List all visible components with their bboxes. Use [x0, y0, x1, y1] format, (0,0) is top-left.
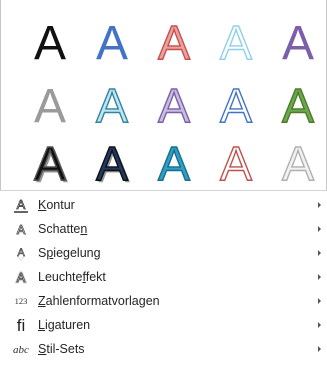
letter-a: A: [34, 80, 66, 133]
text-style-light-teal-outline[interactable]: A: [205, 10, 267, 72]
letter-a-icon: A: [282, 17, 314, 70]
letter-a: A: [34, 17, 66, 70]
submenu-arrow-icon: [318, 226, 321, 232]
text-style-teal-gradient[interactable]: A: [81, 73, 143, 135]
menu-item-leuchteffekt[interactable]: AA Leuchteffekt: [0, 265, 327, 289]
text-style-purple-solid[interactable]: A: [267, 10, 327, 72]
number-123-icon: 123: [10, 291, 32, 311]
svg-text:abc: abc: [13, 344, 29, 356]
menu-item-label: Zahlenformatvorlagen: [38, 294, 160, 308]
submenu-arrow-icon: [318, 202, 321, 208]
letter-a: A: [282, 80, 314, 133]
text-effects-menu: A Kontur AA Schatten AA Spiegelung AA Le…: [0, 193, 327, 361]
stylistic-abc-icon: abc: [10, 339, 32, 359]
letter-a-icon: A: [157, 16, 190, 70]
text-style-cyan-gradient[interactable]: A: [143, 131, 205, 193]
reflection-a-icon: AA: [10, 243, 32, 263]
letter-a: A: [96, 17, 128, 70]
letter-a-icon: A: [34, 80, 66, 133]
svg-text:A: A: [17, 197, 26, 212]
text-style-dark-blue-shadow[interactable]: AA: [81, 131, 143, 193]
text-style-black-solid[interactable]: A: [19, 10, 81, 72]
text-style-red-outline[interactable]: A: [205, 131, 267, 193]
letter-a-icon: A: [95, 79, 128, 133]
text-style-gray-solid[interactable]: A: [19, 73, 81, 135]
letter-a: A: [96, 80, 128, 133]
letter-a: A: [158, 17, 190, 70]
submenu-arrow-icon: [318, 274, 321, 280]
submenu-arrow-icon: [318, 346, 321, 352]
menu-item-spiegelung[interactable]: AA Spiegelung: [0, 241, 327, 265]
svg-text:A: A: [17, 270, 26, 285]
svg-text:A: A: [17, 255, 25, 261]
letter-a-icon: A: [281, 79, 314, 133]
letter-a-icon: A: [157, 79, 190, 133]
letter-a-icon: A: [219, 137, 252, 191]
text-style-black-shadow[interactable]: AA: [19, 131, 81, 193]
menu-item-label: Kontur: [38, 198, 75, 212]
letter-a-icon: A: [219, 79, 252, 133]
text-style-white-blue-outline[interactable]: A: [205, 73, 267, 135]
shadow-a-icon: AA: [10, 219, 32, 239]
text-effects-gallery: AAAAAAAAAAAAAAAAA: [0, 0, 327, 193]
menu-item-label: Leuchteffekt: [38, 270, 106, 284]
menu-item-label: Spiegelung: [38, 246, 101, 260]
svg-text:123: 123: [15, 296, 28, 306]
letter-a: A: [96, 138, 128, 191]
letter-a: A: [220, 80, 252, 133]
submenu-arrow-icon: [318, 250, 321, 256]
letter-a: A: [220, 138, 252, 191]
menu-item-schatten[interactable]: AA Schatten: [0, 217, 327, 241]
letter-a-icon: AA: [95, 137, 130, 193]
menu-item-ligaturen[interactable]: fi Ligaturen: [0, 313, 327, 337]
ligature-fi-icon: fi: [10, 315, 32, 335]
menu-item-label: Schatten: [38, 222, 88, 236]
menu-item-label: Ligaturen: [38, 318, 91, 332]
letter-a: A: [282, 138, 314, 191]
menu-item-kontur[interactable]: A Kontur: [0, 193, 327, 217]
submenu-arrow-icon: [318, 322, 321, 328]
letter-a: A: [158, 80, 190, 133]
text-style-silver-soft[interactable]: A: [267, 131, 327, 193]
menu-separator: [0, 190, 327, 191]
text-style-green-solid[interactable]: A: [267, 73, 327, 135]
letter-a-icon: A: [157, 137, 190, 191]
letter-a: A: [282, 17, 314, 70]
svg-text:fi: fi: [17, 316, 26, 334]
text-style-blue-solid[interactable]: A: [81, 10, 143, 72]
glow-a-icon: AA: [10, 267, 32, 287]
letter-a: A: [158, 138, 190, 191]
letter-a-icon: A: [281, 137, 314, 191]
svg-text:A: A: [17, 222, 26, 237]
outline-a-icon: A: [10, 195, 32, 215]
letter-a: A: [220, 17, 252, 70]
menu-item-zahlenformatvorlagen[interactable]: 123 Zahlenformatvorlagen: [0, 289, 327, 313]
letter-a-icon: A: [219, 16, 252, 70]
menu-item-label: Stil-Sets: [38, 342, 85, 356]
letter-a-icon: A: [34, 17, 66, 70]
text-style-pink-outline[interactable]: A: [143, 10, 205, 72]
letter-a-icon: A: [96, 17, 128, 70]
letter-a: A: [34, 138, 66, 191]
text-style-lavender-outline[interactable]: A: [143, 73, 205, 135]
submenu-arrow-icon: [318, 298, 321, 304]
letter-a-icon: AA: [33, 137, 68, 193]
menu-item-stil-sets[interactable]: abc Stil-Sets: [0, 337, 327, 361]
